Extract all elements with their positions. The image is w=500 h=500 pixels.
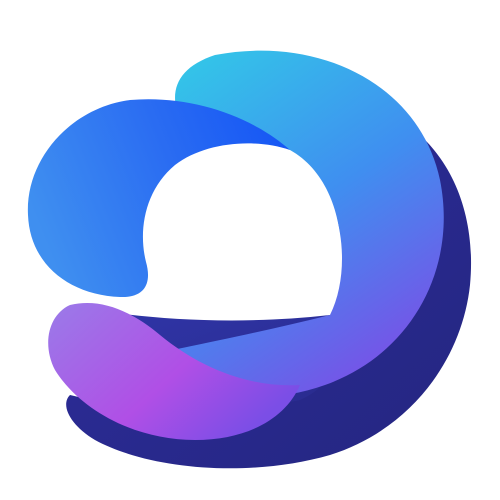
- abstract-swirl-logo-icon: [27, 50, 472, 469]
- logo-canvas: [0, 0, 500, 500]
